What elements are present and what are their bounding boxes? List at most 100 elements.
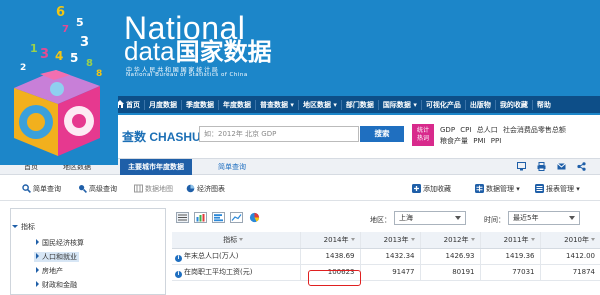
info-icon[interactable]: i: [175, 254, 182, 262]
indicator-tree-root[interactable]: 指标: [12, 222, 35, 232]
indicator-cell[interactable]: i 在岗职工平均工资(元): [172, 264, 300, 281]
nav-help[interactable]: 帮助: [533, 100, 555, 110]
table-cell: 80191: [419, 264, 480, 281]
plus-icon: [412, 184, 421, 193]
table-header-row: 指标 2014年 2013年 2012年 2011年 2010年: [172, 232, 600, 249]
data-manage-label: 数据管理: [486, 185, 514, 193]
table-icon: [535, 184, 544, 193]
column-header[interactable]: 2013年: [359, 232, 420, 249]
chevron-down-icon: [569, 216, 575, 220]
column-header-label: 2012年: [443, 235, 469, 244]
tree-item-national-accounts[interactable]: 国民经济核算: [36, 238, 84, 248]
data-map-button[interactable]: 数据地图: [134, 184, 173, 194]
query-toolbar: 简单查询 高级查询 数据地图 经济图表 添加收藏 数据管理 ▾ 报表管理 ▾: [0, 177, 600, 201]
search-button[interactable]: 搜索: [360, 126, 404, 142]
info-icon[interactable]: i: [175, 270, 182, 278]
tree-item-real-estate[interactable]: 房地产: [36, 266, 63, 276]
data-panel: 地区： 上海 时间： 最近5年 指标 2014年 2013年 2012年 201…: [172, 208, 600, 295]
table-view-icon[interactable]: [176, 212, 189, 223]
time-select[interactable]: 最近5年: [508, 211, 580, 225]
table-row: i 在岗职工平均工资(元) 100623 91477 80191 77031 71…: [172, 264, 600, 281]
hot-word-link[interactable]: GDP: [440, 126, 455, 134]
hot-word-link[interactable]: PMI: [473, 137, 485, 145]
nav-annual[interactable]: 年度数据: [219, 99, 256, 110]
collapsed-arrow-icon: [36, 239, 39, 245]
pie-chart-view-icon[interactable]: [248, 212, 261, 223]
print-icon[interactable]: [537, 162, 546, 171]
map-icon: [134, 184, 143, 193]
advanced-query-label: 高级查询: [89, 185, 117, 193]
nav-visual-products[interactable]: 可视化产品: [422, 99, 466, 110]
mail-icon[interactable]: [557, 162, 566, 171]
add-favorite-label: 添加收藏: [423, 185, 451, 193]
search-icon: [22, 184, 31, 193]
nav-international-label: 国际数据: [382, 100, 411, 109]
svg-text:4: 4: [55, 49, 63, 63]
line-chart-view-icon[interactable]: [230, 212, 243, 223]
bar-chart-view-icon[interactable]: [194, 212, 207, 223]
column-header[interactable]: 2010年: [539, 232, 600, 249]
hot-word-link[interactable]: 社会消费品零售总额: [503, 126, 566, 134]
collapsed-arrow-icon: [36, 253, 39, 259]
nav-census[interactable]: 普查数据 ▾: [256, 99, 299, 110]
hot-word-link[interactable]: 粮食产量: [440, 137, 468, 145]
table-cell: 1426.93: [419, 248, 480, 265]
badge-line-1: 统计: [416, 127, 429, 134]
table-cell: 1412.00: [539, 248, 600, 265]
breadcrumb-city-annual[interactable]: 主要城市年度数据: [120, 159, 192, 175]
tree-item-population-employment[interactable]: 人口和就业: [34, 252, 79, 262]
site-logo[interactable]: 6 5 7 3 1 3 4 5 8 2 8: [0, 0, 118, 165]
column-header[interactable]: 2014年: [299, 232, 360, 249]
nav-international[interactable]: 国际数据 ▾: [379, 99, 422, 110]
table-cell: 1438.69: [299, 248, 360, 265]
region-select[interactable]: 上海: [394, 211, 466, 225]
expanded-arrow-icon: [12, 225, 18, 228]
indicator-cell[interactable]: i 年末总人口(万人): [172, 248, 300, 265]
svg-text:1: 1: [30, 42, 38, 55]
column-header-label: 2013年: [383, 235, 409, 244]
nav-my-favorites[interactable]: 我的收藏: [496, 99, 533, 110]
horizontal-bar-view-icon[interactable]: [212, 212, 225, 223]
page-actions: [517, 162, 586, 171]
data-manage-menu[interactable]: 数据管理 ▾: [475, 184, 520, 194]
nav-regional-label: 地区数据: [302, 100, 331, 109]
nav-monthly[interactable]: 月度数据: [145, 99, 182, 110]
svg-text:5: 5: [70, 51, 78, 65]
nav-departmental[interactable]: 部门数据: [342, 99, 379, 110]
hot-word-link[interactable]: PPI: [491, 137, 502, 145]
data-map-label: 数据地图: [145, 185, 173, 193]
svg-text:7: 7: [62, 24, 69, 35]
data-table: 指标 2014年 2013年 2012年 2011年 2010年 i 年末总人口(…: [172, 232, 600, 281]
chashu-logo-en: CHASHU: [149, 130, 201, 144]
svg-text:3: 3: [80, 35, 89, 50]
indicator-name: 年末总人口(万人): [184, 251, 239, 260]
table-cell: 1419.36: [479, 248, 540, 265]
economic-charts-label: 经济图表: [197, 185, 225, 193]
add-favorite-button[interactable]: 添加收藏: [412, 184, 451, 194]
column-header[interactable]: 指标: [172, 232, 300, 249]
column-header[interactable]: 2011年: [479, 232, 540, 249]
tree-root-label: 指标: [21, 223, 35, 231]
sort-icon: [410, 237, 415, 241]
hot-word-link[interactable]: 总人口: [477, 126, 498, 134]
simple-query-button[interactable]: 简单查询: [22, 184, 61, 194]
advanced-query-button[interactable]: 高级查询: [78, 184, 117, 194]
tree-item-finance[interactable]: 财政和金融: [36, 280, 77, 290]
hot-word-link[interactable]: CPI: [460, 126, 471, 134]
table-manage-menu[interactable]: 报表管理 ▾: [535, 184, 580, 194]
nav-quarterly[interactable]: 季度数据: [182, 99, 219, 110]
column-header-label: 2010年: [564, 235, 589, 244]
sort-icon: [239, 237, 244, 241]
share-icon[interactable]: [577, 162, 586, 171]
table-cell: 91477: [359, 264, 420, 281]
nav-publications[interactable]: 出版物: [466, 99, 496, 110]
region-filter-label: 地区：: [370, 216, 391, 224]
sort-icon: [350, 237, 355, 241]
monitor-icon[interactable]: [517, 162, 526, 171]
table-manage-label: 报表管理: [546, 185, 574, 193]
breadcrumb-simple-query[interactable]: 简单查询: [218, 159, 246, 175]
search-input[interactable]: 如：2012年 北京 GDP: [199, 126, 359, 142]
economic-charts-button[interactable]: 经济图表: [186, 184, 225, 194]
column-header[interactable]: 2012年: [419, 232, 480, 249]
nav-regional[interactable]: 地区数据 ▾: [299, 99, 342, 110]
